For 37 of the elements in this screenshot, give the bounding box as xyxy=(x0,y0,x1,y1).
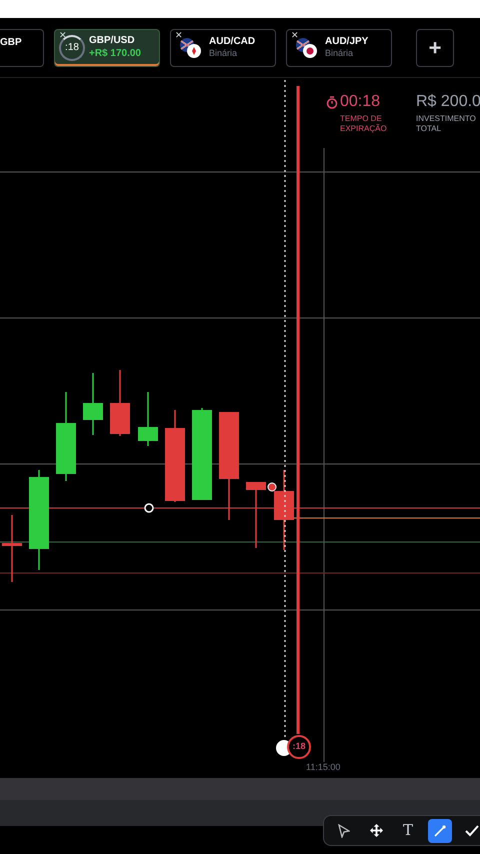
candle xyxy=(246,482,266,548)
profit-value: +R$ 170.00 xyxy=(89,48,141,60)
candle xyxy=(83,373,103,435)
tab-title: AUD/CAD xyxy=(209,36,256,48)
asset-tab[interactable]: GBP xyxy=(0,28,44,66)
line-tool-button[interactable] xyxy=(428,818,452,842)
investment-value: R$ 200.0 xyxy=(416,92,480,112)
tab-title: GBP/USD xyxy=(89,35,136,48)
time-label: 11:15:00 xyxy=(306,761,340,774)
candle xyxy=(2,515,22,582)
asset-tab[interactable]: ✕ AUD/JPY Binária xyxy=(286,28,392,66)
asset-tab[interactable]: ✕ AUD/CAD Binária xyxy=(170,28,276,66)
trade-marker xyxy=(268,482,276,492)
expiry-timer: 00:18 xyxy=(340,92,380,112)
stopwatch-icon xyxy=(326,96,338,108)
investment-label: INVESTIMENTO TOTAL xyxy=(416,114,477,134)
line-tool-icon xyxy=(434,824,446,836)
tab-title: AUD/JPY xyxy=(325,36,368,48)
flag-icon xyxy=(179,36,203,60)
line-anchor-point[interactable] xyxy=(144,503,154,513)
candle xyxy=(138,392,158,446)
tab-title: GBP xyxy=(0,36,22,50)
add-tab-button[interactable]: + xyxy=(416,28,454,66)
tab-subtitle: Binária xyxy=(209,48,238,60)
expiry-label: TEMPO DE EXPIRAÇÃO xyxy=(339,114,388,134)
move-icon xyxy=(370,824,382,837)
text-tool-label: T xyxy=(402,820,413,842)
check-icon xyxy=(465,824,479,836)
asset-tab[interactable]: ✕ :18 GBP/USD +R$ 170.00 xyxy=(54,28,160,66)
expiry-badge: :18 xyxy=(287,735,311,759)
flag-icon xyxy=(295,36,319,60)
tab-subtitle: Binária xyxy=(325,48,354,60)
candle xyxy=(110,370,130,436)
pointer-icon xyxy=(338,824,350,838)
text-tool-button[interactable]: T xyxy=(396,818,420,842)
close-icon[interactable]: ✕ xyxy=(291,30,299,40)
close-icon[interactable]: ✕ xyxy=(175,30,183,40)
